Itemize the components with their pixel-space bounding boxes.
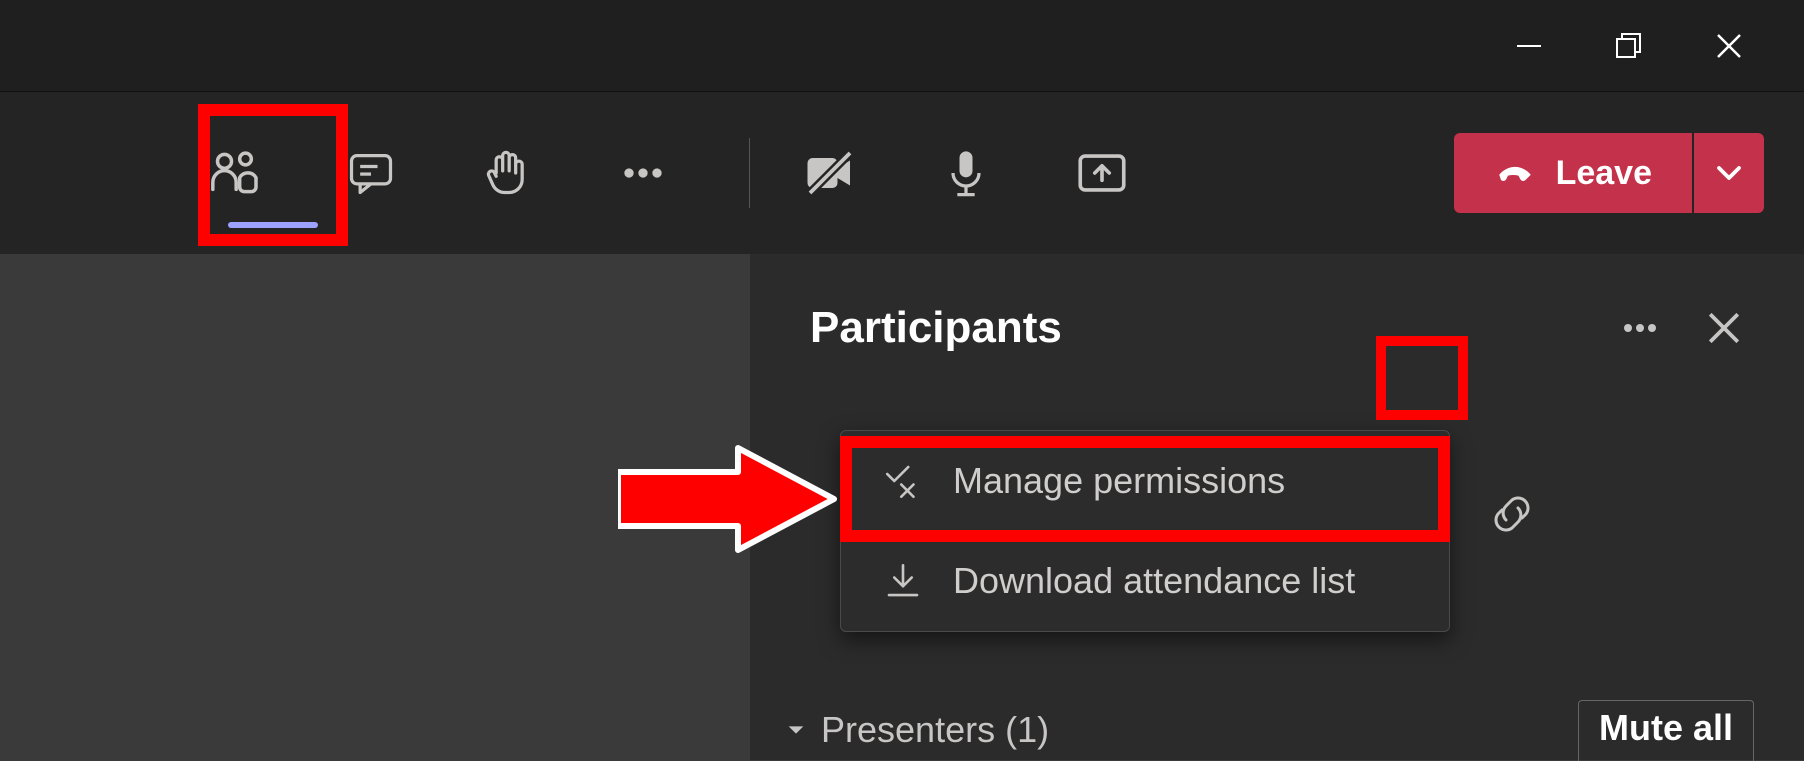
chat-button[interactable] — [331, 133, 411, 213]
share-screen-icon — [1073, 144, 1131, 202]
hand-icon — [481, 147, 533, 199]
download-icon — [881, 559, 925, 603]
leave-button-group: Leave — [1454, 133, 1764, 213]
leave-label: Leave — [1556, 154, 1652, 193]
ellipsis-icon — [615, 145, 671, 201]
toolbar-divider — [749, 138, 750, 208]
caret-down-icon — [785, 719, 807, 741]
minimize-button[interactable] — [1509, 26, 1549, 66]
maximize-button[interactable] — [1609, 26, 1649, 66]
hangup-icon — [1494, 152, 1536, 194]
presenters-section[interactable]: Presenters (1) — [785, 709, 1049, 751]
mute-all-button[interactable]: Mute all — [1578, 700, 1754, 761]
more-actions-button[interactable] — [603, 133, 683, 213]
close-icon — [1704, 308, 1744, 348]
link-icon — [1488, 490, 1536, 538]
menu-item-label: Manage permissions — [953, 460, 1285, 502]
chat-icon — [345, 147, 397, 199]
meeting-toolbar: Leave — [0, 92, 1804, 254]
manage-permissions-item[interactable]: Manage permissions — [841, 431, 1449, 531]
chevron-down-icon — [1714, 158, 1744, 188]
leave-options-button[interactable] — [1694, 133, 1764, 213]
mute-all-label: Mute all — [1599, 707, 1733, 748]
participants-options-menu: Manage permissions Download attendance l… — [840, 430, 1450, 632]
panel-close-button[interactable] — [1694, 298, 1754, 358]
camera-off-icon — [800, 143, 860, 203]
share-link-button[interactable] — [1488, 490, 1536, 543]
presenters-label: Presenters (1) — [821, 709, 1049, 751]
microphone-button[interactable] — [926, 133, 1006, 213]
microphone-icon — [940, 147, 992, 199]
menu-item-label: Download attendance list — [953, 560, 1355, 602]
participants-footer: Presenters (1) Mute all — [760, 700, 1804, 760]
check-x-icon — [881, 459, 925, 503]
leave-button[interactable]: Leave — [1454, 133, 1692, 213]
panel-header: Participants — [750, 254, 1804, 358]
camera-button[interactable] — [790, 133, 870, 213]
panel-more-button[interactable] — [1610, 298, 1670, 358]
window-titlebar — [0, 0, 1804, 92]
raise-hand-button[interactable] — [467, 133, 547, 213]
close-window-button[interactable] — [1709, 26, 1749, 66]
people-button[interactable] — [195, 133, 275, 213]
download-attendance-item[interactable]: Download attendance list — [841, 531, 1449, 631]
share-button[interactable] — [1062, 133, 1142, 213]
people-icon — [207, 145, 263, 201]
panel-title: Participants — [810, 303, 1586, 353]
ellipsis-icon — [1616, 304, 1664, 352]
